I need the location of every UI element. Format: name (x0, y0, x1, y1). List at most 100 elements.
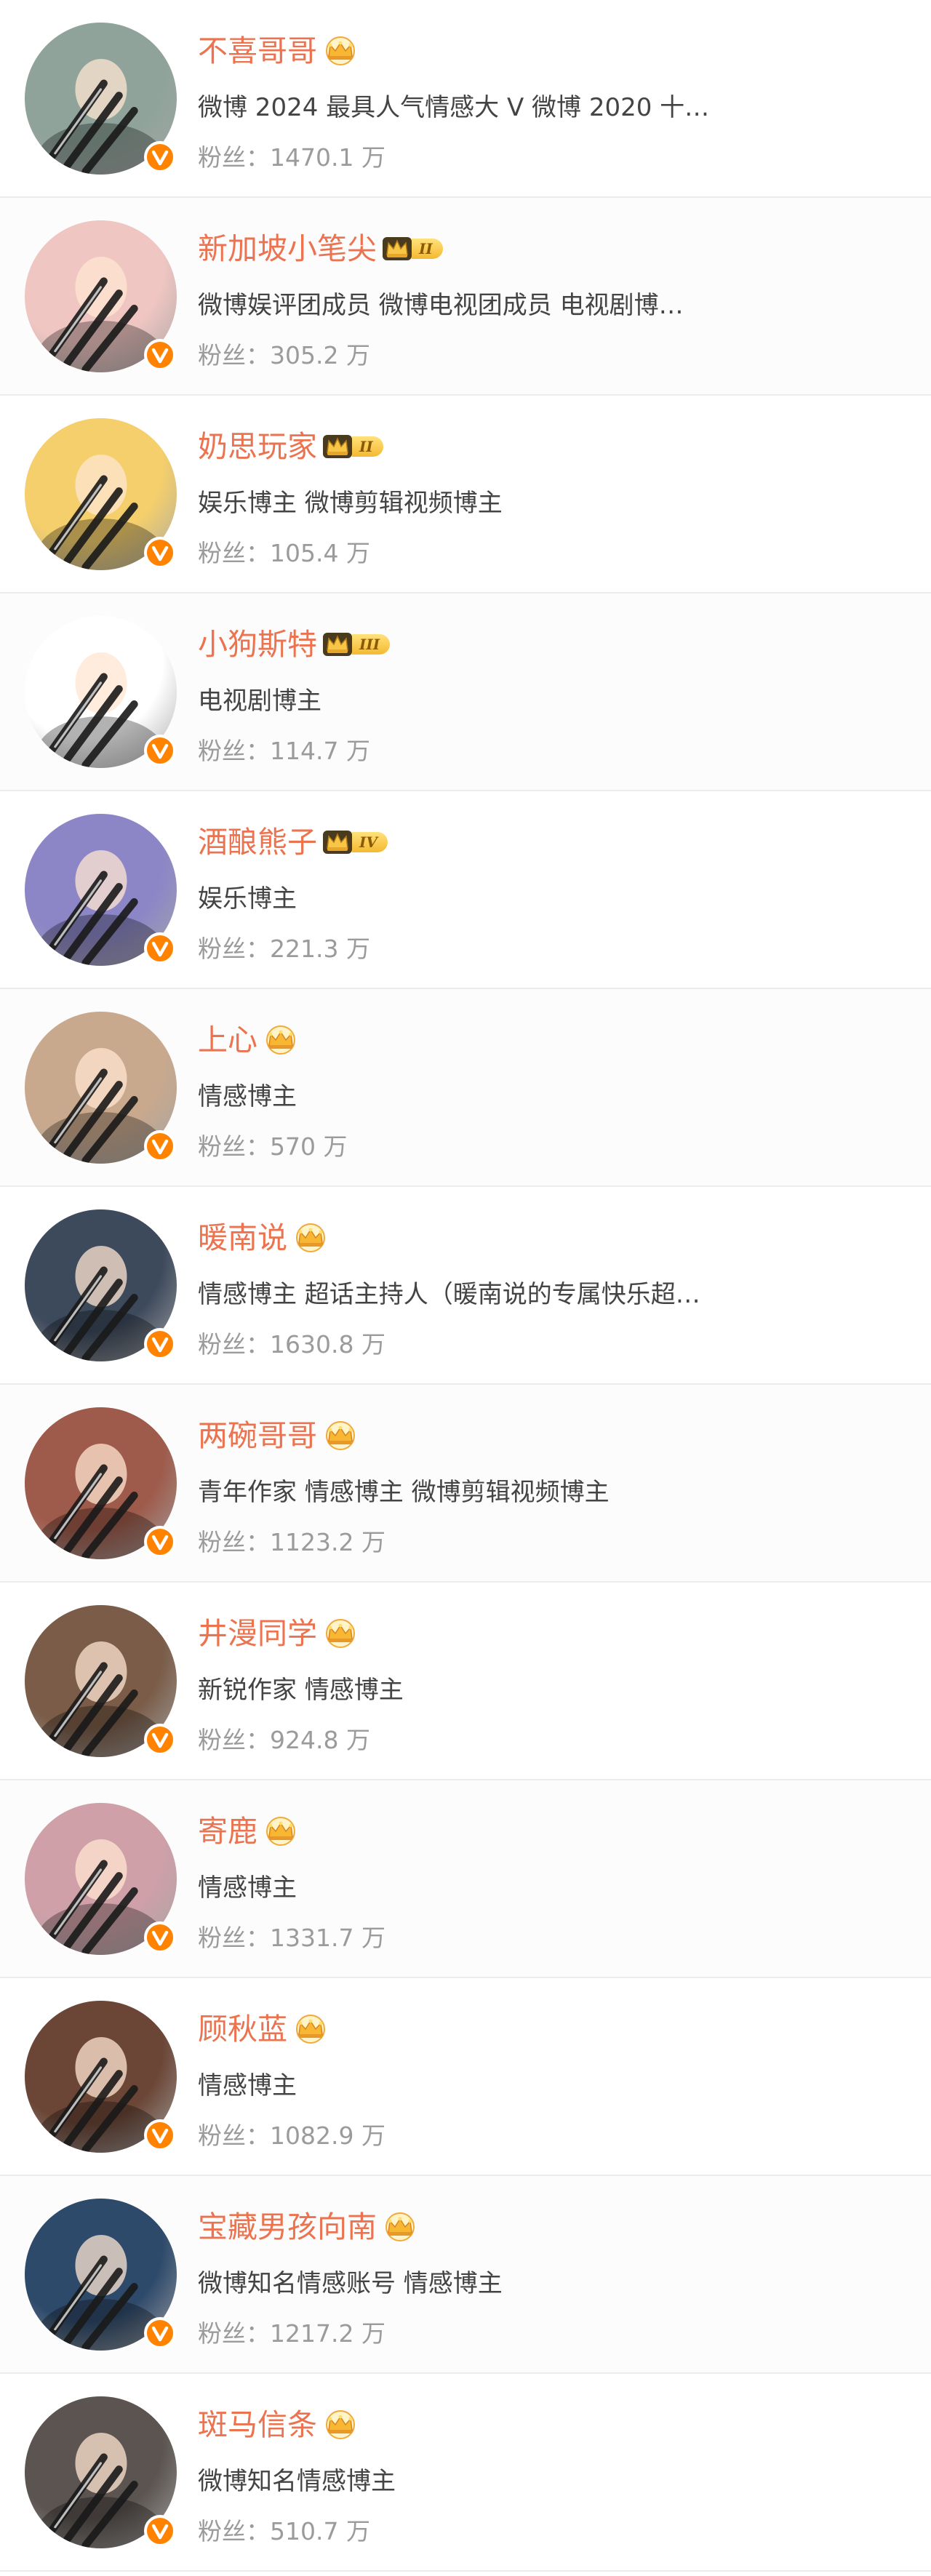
crown-level-label: II (352, 436, 383, 457)
name-row: 寄鹿 (198, 1811, 300, 1852)
crown-icon (321, 1619, 359, 1648)
crown-icon (321, 2410, 359, 2439)
list-item[interactable]: 宝藏男孩向南微博知名情感账号 情感博主 粉丝：1217.2 万 (0, 2176, 931, 2374)
fans-count: 1470.1 万 (270, 143, 385, 172)
user-name[interactable]: 奶思玩家 (198, 426, 317, 467)
list-item[interactable]: 不喜哥哥 微博 2024 最具人气情感大 V 微博 2020 十… 粉丝：1470.… (0, 0, 931, 198)
name-row: 井漫同学 (198, 1613, 359, 1654)
crown-icon (292, 2015, 329, 2044)
user-name[interactable]: 小狗斯特 (198, 624, 317, 665)
fans-label: 粉丝： (198, 1132, 270, 1161)
user-name[interactable]: 顾秋蓝 (198, 2009, 287, 2049)
user-name[interactable]: 宝藏男孩向南 (198, 2207, 377, 2247)
fans-count-row: 粉丝：510.7 万 (198, 2512, 370, 2547)
fans-count: 221.3 万 (270, 935, 370, 963)
fans-count-row: 粉丝：570 万 (198, 1127, 347, 1162)
user-description: 新锐作家 情感博主 (198, 1676, 404, 1705)
user-description: 微博知名情感账号 情感博主 (198, 2269, 503, 2298)
fans-count: 305.2 万 (270, 341, 370, 369)
verified-v-icon (144, 2119, 176, 2151)
fans-count: 1630.8 万 (270, 1330, 385, 1359)
user-description: 青年作家 情感博主 微博剪辑视频博主 (198, 1478, 610, 1507)
fans-count-row: 粉丝：1123.2 万 (198, 1523, 385, 1558)
crown-level-badge: IV (352, 830, 388, 855)
fans-count: 1331.7 万 (270, 1924, 385, 1952)
user-name[interactable]: 暖南说 (198, 1217, 287, 1258)
name-row: 两碗哥哥 (198, 1415, 359, 1456)
user-description: 微博 2024 最具人气情感大 V 微博 2020 十… (198, 93, 710, 122)
fans-count-row: 粉丝：305.2 万 (198, 336, 370, 371)
user-name[interactable]: 上心 (198, 1020, 257, 1060)
fans-count-row: 粉丝：1331.7 万 (198, 1919, 385, 1953)
list-item[interactable]: 奶思玩家 II 娱乐博主 微博剪辑视频博主 粉丝：105.4 万 (0, 396, 931, 593)
fans-count-row: 粉丝：221.3 万 (198, 929, 370, 964)
user-name[interactable]: 酒酿熊子 (198, 822, 317, 863)
user-name[interactable]: 两碗哥哥 (198, 1415, 317, 1456)
crown-icon (262, 1025, 300, 1055)
user-name[interactable]: 不喜哥哥 (198, 31, 317, 71)
name-row: 小狗斯特 III (198, 624, 391, 665)
verified-v-icon (144, 932, 176, 964)
verified-v-icon (144, 735, 176, 767)
user-name[interactable]: 寄鹿 (198, 1811, 257, 1852)
name-row: 上心 (198, 1020, 300, 1060)
crown-icon (321, 1421, 359, 1450)
crown-level-badge: II (352, 434, 383, 459)
crown-icon (262, 1817, 300, 1846)
fans-label: 粉丝： (198, 2121, 270, 2150)
verified-v-icon (144, 1921, 176, 1953)
fans-count: 114.7 万 (270, 737, 370, 765)
user-list: 不喜哥哥微博 2024 最具人气情感大 V 微博 2020 十… 粉丝： 1470.… (0, 0, 931, 2572)
verified-v-icon (144, 1130, 176, 1162)
verified-v-icon (144, 1526, 176, 1558)
user-name[interactable]: 新加坡小笔尖 (198, 228, 377, 269)
fans-count-row: 粉丝：105.4 万 (198, 534, 370, 569)
fans-count-row: 粉丝：924.8 万 (198, 1721, 370, 1756)
crown-level-badge: II (412, 236, 443, 261)
user-description: 微博娱评团成员 微博电视团成员 电视剧博… (198, 291, 684, 320)
user-description: 情感博主 (198, 1082, 297, 1111)
list-item[interactable]: 两碗哥哥青年作家 情感博主 微博剪辑视频博主粉丝：1123.2 万 (0, 1385, 931, 1583)
list-item[interactable]: 小狗斯特 III 电视剧博主粉丝：114.7 万 (0, 593, 931, 791)
fans-label: 粉丝： (198, 737, 270, 765)
verified-v-icon (144, 2515, 176, 2547)
name-row: 斑马信条 (198, 2404, 359, 2445)
fans-label: 粉丝： (198, 2517, 270, 2545)
name-row: 不喜哥哥 (198, 31, 359, 71)
verified-v-icon (144, 141, 176, 173)
list-item[interactable]: 酒酿熊子 IV 娱乐博主粉丝：221.3 万 (0, 791, 931, 989)
fans-count: 1217.2 万 (270, 2319, 385, 2348)
name-row: 顾秋蓝 (198, 2009, 329, 2049)
list-item[interactable]: 井漫同学新锐作家 情感博主粉丝：924.8 万 (0, 1583, 931, 1780)
verified-v-icon (144, 1724, 176, 1756)
user-description: 娱乐博主 (198, 884, 297, 913)
user-name[interactable]: 井漫同学 (198, 1613, 317, 1654)
fans-count: 105.4 万 (270, 539, 370, 567)
user-name[interactable]: 斑马信条 (198, 2404, 317, 2445)
fans-count: 510.7 万 (270, 2517, 370, 2545)
user-description: 情感博主 超话主持人（暖南说的专属快乐超… (198, 1280, 700, 1309)
crown-level-label: IV (352, 832, 388, 852)
fans-label: 粉丝： (198, 2319, 270, 2348)
list-item[interactable]: 新加坡小笔尖 II 微博娱评团成员 微博电视团成员 电视剧博… 粉丝：305.2 万 (0, 198, 931, 396)
crown-level-label: II (412, 239, 443, 259)
fans-count: 570 万 (270, 1132, 348, 1161)
fans-count-row: 粉丝：114.7 万 (198, 732, 370, 767)
crown-icon (321, 36, 359, 65)
list-item[interactable]: 上心情感博主粉丝：570 万 (0, 989, 931, 1187)
fans-count: 1082.9 万 (270, 2121, 385, 2150)
fans-label: 粉丝： (198, 539, 270, 567)
list-item[interactable]: 暖南说情感博主 超话主持人（暖南说的专属快乐超… 粉丝：1630.8 万 (0, 1187, 931, 1385)
crown-icon (381, 2212, 419, 2241)
fans-label: 粉丝： (198, 1726, 270, 1754)
user-description: 电视剧博主 (198, 687, 321, 716)
user-description: 微博知名情感博主 (198, 2467, 396, 2496)
verified-v-icon (144, 537, 176, 569)
list-item[interactable]: 寄鹿情感博主粉丝：1331.7 万 (0, 1780, 931, 1978)
fans-label: 粉丝： (198, 1330, 270, 1359)
list-item[interactable]: 顾秋蓝 情感博主 粉丝：1082.9 万 (0, 1978, 931, 2176)
verified-v-icon (144, 1328, 176, 1360)
list-item[interactable]: 斑马信条 微博知名情感博主 粉丝：510.7 万 (0, 2374, 931, 2572)
name-row: 奶思玩家 II (198, 426, 383, 467)
user-description: 情感博主 (198, 1873, 297, 1903)
